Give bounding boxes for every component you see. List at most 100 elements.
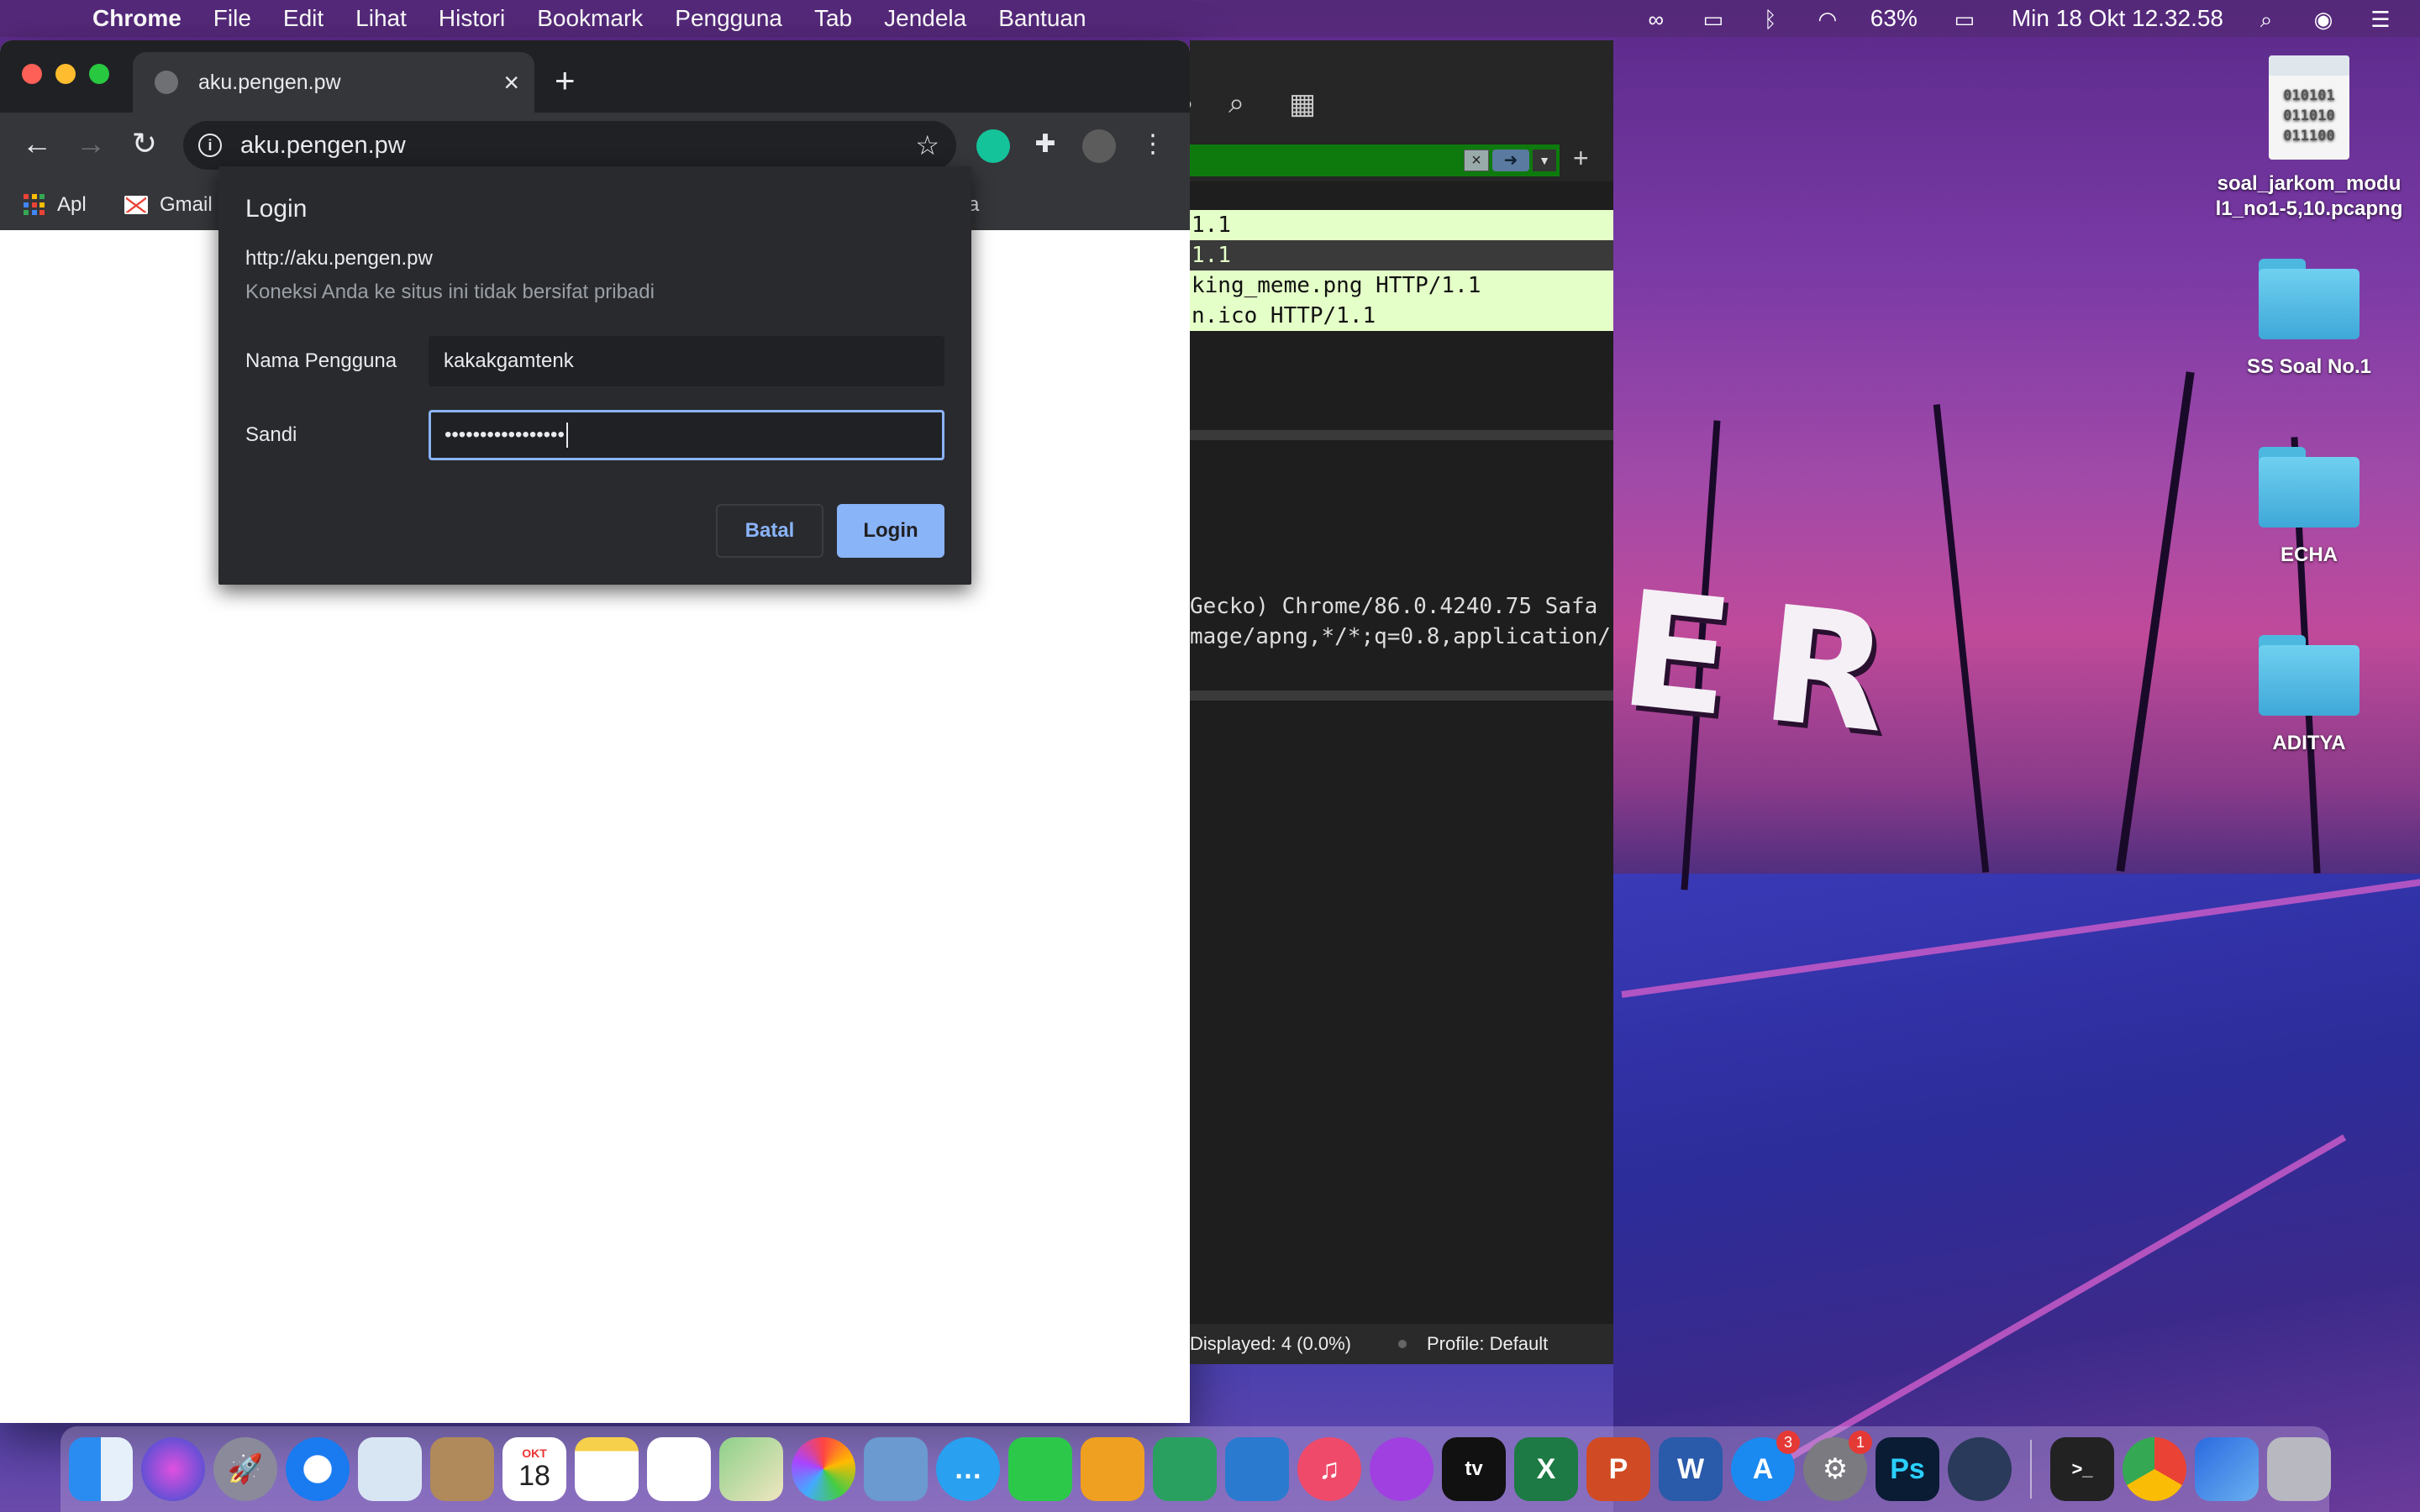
bluetooth-icon[interactable]: ᛒ [1756, 7, 1785, 32]
photos-icon[interactable] [792, 1437, 855, 1501]
bookmark-star-icon[interactable]: ☆ [915, 129, 939, 161]
extensions-puzzle-icon[interactable]: ✚ [1028, 129, 1062, 163]
menu-window[interactable]: Jendela [884, 5, 966, 32]
packet-detail-line[interactable]: Gecko) Chrome/86.0.4240.75 Safa [1190, 591, 1613, 622]
menu-view[interactable]: Lihat [355, 5, 407, 32]
system-preferences-icon[interactable]: ⚙ 1 [1803, 1431, 1872, 1501]
numbers-icon[interactable] [1153, 1437, 1217, 1501]
desktop-folder-ss-soal[interactable]: SS Soal No.1 [2208, 259, 2410, 380]
excel-icon[interactable]: X [1514, 1437, 1578, 1501]
grammarly-extension-icon[interactable] [976, 129, 1010, 163]
desktop-folder-echa[interactable]: ECHA [2208, 447, 2410, 568]
mail-icon[interactable] [358, 1437, 422, 1501]
preview-icon[interactable] [864, 1437, 928, 1501]
wireshark-icon[interactable] [2195, 1437, 2259, 1501]
safari-icon[interactable] [286, 1437, 350, 1501]
menu-help[interactable]: Bantuan [998, 5, 1086, 32]
creative-cloud-icon[interactable]: ∞ [1642, 7, 1670, 32]
add-filter-button[interactable]: + [1573, 143, 1589, 174]
powerpoint-icon[interactable]: P [1586, 1437, 1650, 1501]
maximize-window-button[interactable] [89, 64, 109, 84]
password-field[interactable]: ••••••••••••••••• [429, 410, 944, 460]
calendar-icon[interactable]: OKT 18 [502, 1437, 566, 1501]
music-icon[interactable]: ♫ [1297, 1437, 1361, 1501]
launchpad-icon[interactable]: 🚀 [213, 1437, 277, 1501]
reminders-icon[interactable] [647, 1437, 711, 1501]
address-text[interactable]: aku.pengen.pw [240, 132, 406, 160]
siri-icon[interactable]: ◉ [2309, 7, 2338, 32]
desktop-folder-aditya[interactable]: ADITYA [2208, 635, 2410, 756]
menu-edit[interactable]: Edit [283, 5, 324, 32]
word-icon[interactable]: W [1659, 1437, 1723, 1501]
siri-icon[interactable] [141, 1437, 205, 1501]
menu-file[interactable]: File [213, 5, 251, 32]
apply-filter-icon[interactable]: ➜ [1492, 150, 1529, 171]
wifi-icon[interactable]: ◠ [1813, 7, 1842, 32]
packet-detail-line[interactable]: mage/apng,*/*;q=0.8,application/ [1190, 622, 1613, 652]
pane-splitter[interactable] [1190, 430, 1613, 440]
keynote-icon[interactable] [1225, 1437, 1289, 1501]
appstore-badge: 3 [1776, 1431, 1800, 1454]
tab-active[interactable]: aku.pengen.pw × [133, 52, 534, 113]
bookmark-apps[interactable]: Apl [24, 193, 87, 217]
trash-icon[interactable] [2267, 1437, 2331, 1501]
pcapng-document-icon: 010101 011010 011100 [2269, 55, 2349, 160]
filter-dropdown-icon[interactable]: ▼ [1533, 150, 1556, 171]
podcasts-icon[interactable] [1370, 1437, 1434, 1501]
cancel-button[interactable]: Batal [716, 504, 823, 558]
reload-button[interactable]: ↻ [128, 126, 161, 161]
packet-row[interactable]: king_meme.png HTTP/1.1 [1190, 270, 1613, 301]
facetime-icon[interactable] [1008, 1437, 1072, 1501]
airplay-icon[interactable]: ▭ [1699, 7, 1728, 32]
battery-icon[interactable]: ▭ [1946, 7, 1983, 32]
forward-button[interactable]: → [74, 126, 108, 161]
menu-bookmarks[interactable]: Bookmark [537, 5, 643, 32]
username-field[interactable]: kakakgamtenk [429, 336, 944, 386]
menu-tab[interactable]: Tab [814, 5, 852, 32]
tab-strip: aku.pengen.pw × + [0, 40, 1190, 113]
packet-row[interactable]: 1.1 [1190, 240, 1613, 270]
login-dialog: Login http://aku.pengen.pw Koneksi Anda … [218, 166, 971, 585]
site-info-icon[interactable]: i [198, 134, 222, 157]
chrome-icon[interactable] [2123, 1437, 2186, 1501]
dialog-title: Login [245, 195, 308, 223]
pane-splitter[interactable] [1190, 690, 1613, 701]
maps-icon[interactable] [719, 1437, 783, 1501]
resize-columns-icon[interactable]: ▦ [1289, 87, 1326, 124]
notification-center-icon[interactable]: ☰ [2366, 7, 2395, 32]
status-profile[interactable]: Profile: Default [1427, 1333, 1548, 1355]
chrome-menu-icon[interactable]: ⋮ [1136, 129, 1170, 163]
finder-icon[interactable] [69, 1437, 133, 1501]
zoom-out-icon[interactable]: ⌕ [1228, 87, 1265, 124]
packet-row[interactable]: 1.1 [1190, 210, 1613, 240]
packet-row[interactable]: n.ico HTTP/1.1 [1190, 301, 1613, 331]
menu-clock[interactable]: Min 18 Okt 12.32.58 [2012, 5, 2223, 32]
notes-icon[interactable] [575, 1437, 639, 1501]
battery-percent[interactable]: 63% [1870, 5, 1918, 32]
close-tab-icon[interactable]: × [503, 67, 519, 98]
profile-avatar[interactable] [1082, 129, 1116, 163]
login-button[interactable]: Login [837, 504, 944, 558]
new-tab-button[interactable]: + [555, 60, 576, 101]
messages-icon[interactable]: … [936, 1437, 1000, 1501]
menu-history[interactable]: Histori [439, 5, 505, 32]
terminal-icon[interactable]: >_ [2050, 1437, 2114, 1501]
desktop-pcapng-file[interactable]: 010101 011010 011100 soal_jarkom_modu l1… [2208, 55, 2410, 222]
menu-people[interactable]: Pengguna [675, 5, 782, 32]
bookmark-gmail[interactable]: Gmail [124, 193, 213, 217]
clear-filter-icon[interactable]: × [1464, 150, 1489, 171]
contacts-icon[interactable] [430, 1437, 494, 1501]
back-button[interactable]: ← [20, 126, 54, 161]
photoshop-icon[interactable]: Ps [1876, 1437, 1939, 1501]
tv-icon[interactable]: tv [1442, 1437, 1506, 1501]
address-bar[interactable]: i aku.pengen.pw ☆ [183, 121, 956, 170]
menu-app-name[interactable]: Chrome [92, 5, 182, 32]
appstore-icon[interactable]: A3 [1731, 1431, 1800, 1501]
spotlight-search-icon[interactable]: ⌕ [2252, 7, 2281, 32]
close-window-button[interactable] [22, 64, 42, 84]
pages-icon[interactable] [1081, 1437, 1144, 1501]
display-filter-input[interactable]: × ➜ ▼ [1190, 144, 1560, 176]
minimize-window-button[interactable] [55, 64, 76, 84]
zoom-in-icon[interactable]: ⌕ [1190, 87, 1215, 124]
quicktime-icon[interactable] [1948, 1437, 2012, 1501]
